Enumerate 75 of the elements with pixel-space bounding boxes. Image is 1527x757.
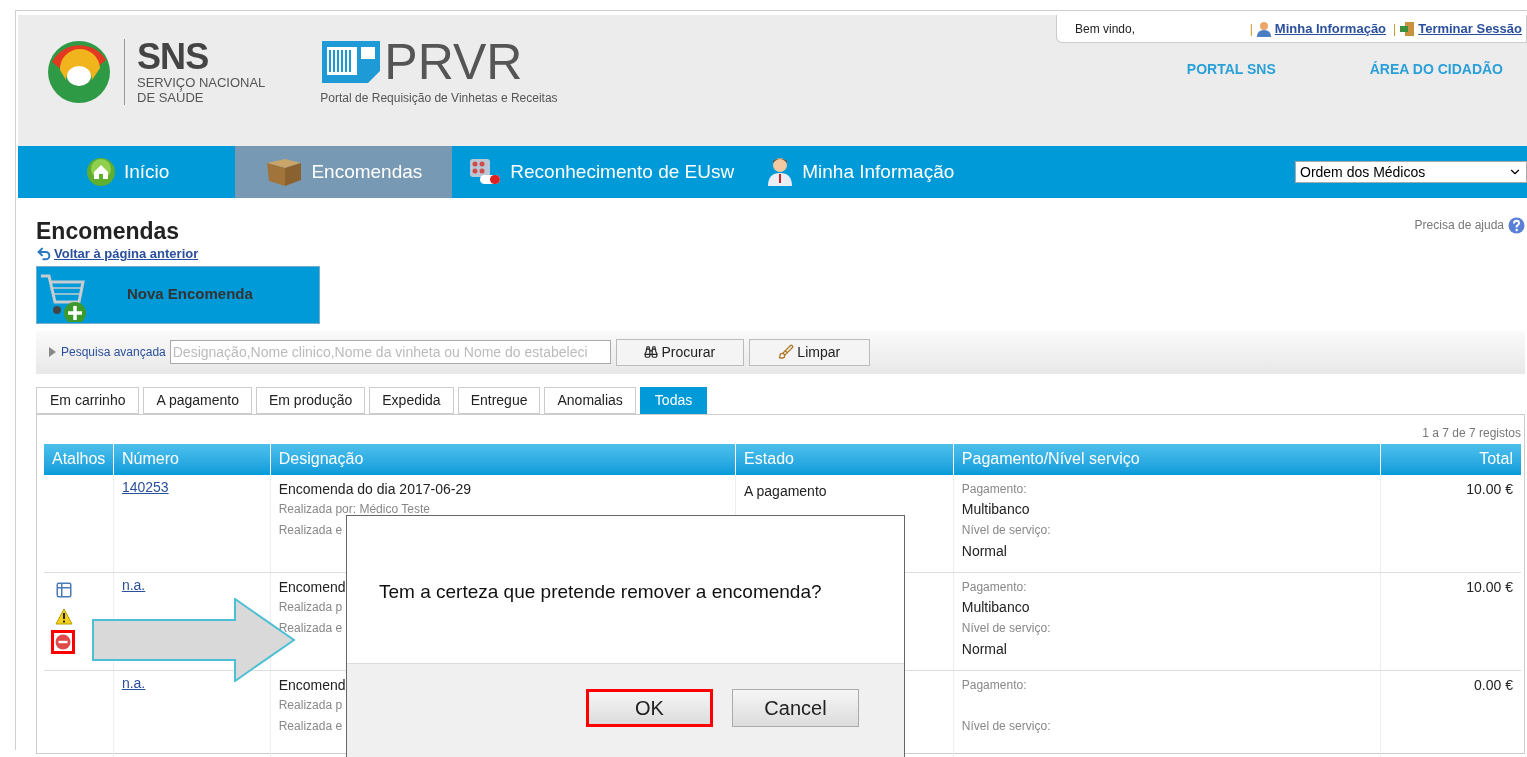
order-number-link[interactable]: n.a. xyxy=(121,576,146,593)
page-title: Encomendas xyxy=(36,218,181,244)
header-link[interactable]: Terminar Sessão xyxy=(1418,18,1522,39)
doctor-icon xyxy=(766,156,795,188)
app-logo: PRVR xyxy=(384,37,523,87)
back-icon xyxy=(36,245,52,262)
search-field[interactable]: Designação,Nome clinico,Nome da vinheta ou Nome do estabeleci xyxy=(169,340,611,364)
service-level: Normal xyxy=(961,541,1007,561)
status-tab[interactable]: Anomalias xyxy=(544,386,636,414)
back-link[interactable]: Voltar à página anterior xyxy=(36,244,199,264)
payment-label: Pagamento: xyxy=(961,480,1027,498)
logo-acronym: SNS xyxy=(137,39,210,75)
box-icon xyxy=(265,157,304,187)
service-level-label: Nível de serviço: xyxy=(961,619,1051,637)
door-icon xyxy=(1399,20,1416,37)
order-number-link[interactable]: 140253 xyxy=(121,478,169,495)
dialog-button[interactable]: OK xyxy=(586,689,713,727)
expand-icon[interactable] xyxy=(48,346,57,358)
search-button[interactable]: Procurar xyxy=(615,338,744,366)
order-total: 10.00 € xyxy=(1466,577,1513,597)
service-level-label: Nível de serviço: xyxy=(961,717,1051,735)
order-designation: Encomend xyxy=(278,675,346,695)
welcome-text: Bem vindo, xyxy=(1075,20,1136,38)
advanced-search-link[interactable]: Pesquisa avançada xyxy=(61,343,166,361)
status-tab[interactable]: A pagamento xyxy=(143,386,252,414)
order-designation: Encomenda do dia 2017-06-29 xyxy=(278,479,471,499)
broom-icon xyxy=(778,344,795,360)
payment-method: Multibanco xyxy=(961,597,1030,617)
order-total: 0.00 € xyxy=(1474,675,1513,695)
order-designation: Encomend xyxy=(278,577,346,597)
column-header: Número xyxy=(114,443,271,475)
app-tagline: Portal de Requisição de Vinhetas e Receitas xyxy=(320,90,558,107)
remove-icon[interactable] xyxy=(51,629,75,654)
order-date: Realizada e xyxy=(278,521,343,539)
status-tab[interactable]: Em carrinho xyxy=(36,386,140,414)
help-text: Precisa de ajuda xyxy=(1414,217,1504,234)
payment-label: Pagamento: xyxy=(961,578,1027,596)
dialog-message: Tem a certeza que pretende remover a encomenda? xyxy=(379,581,822,602)
order-date: Realizada e xyxy=(278,717,343,735)
order-total: 10.00 € xyxy=(1466,479,1513,499)
dialog-button[interactable]: Cancel xyxy=(732,689,859,727)
column-header: Pagamento/Nível serviço xyxy=(953,443,1382,475)
order-author: Realizada por: Médico Teste xyxy=(278,500,430,518)
separator: | xyxy=(1393,20,1397,38)
separator: | xyxy=(1249,20,1253,38)
column-header: Atalhos xyxy=(44,443,114,475)
service-level: Normal xyxy=(961,639,1007,659)
status-tab[interactable]: Entregue xyxy=(457,386,541,414)
status-tab[interactable]: Expedida xyxy=(369,386,454,414)
order-author: Realizada p xyxy=(278,696,343,714)
help-icon[interactable] xyxy=(1508,216,1525,234)
service-level-label: Nível de serviço: xyxy=(961,521,1051,539)
logo-subtitle: SERVIÇO NACIONAL xyxy=(137,75,266,90)
binoculars-icon xyxy=(644,345,659,359)
order-status: A pagamento xyxy=(744,482,827,499)
column-header: Total xyxy=(1478,449,1514,469)
new-order-button[interactable]: Nova Encomenda xyxy=(36,265,320,324)
column-header: Estado xyxy=(736,443,954,475)
organization-select[interactable]: Ordem dos Médicos xyxy=(1295,161,1527,183)
status-tab[interactable]: Em produção xyxy=(256,386,366,414)
logo-icon xyxy=(46,40,112,104)
home-icon xyxy=(86,157,116,187)
payment-label: Pagamento: xyxy=(961,676,1027,694)
order-author: Realizada p xyxy=(278,598,343,616)
pills-icon xyxy=(468,157,503,187)
order-date: Realizada e xyxy=(278,619,343,637)
ticket-icon xyxy=(320,39,383,85)
column-header: Designação xyxy=(270,443,737,475)
search-button[interactable]: Limpar xyxy=(748,338,870,366)
payment-method: Multibanco xyxy=(961,499,1030,519)
user-icon xyxy=(1255,20,1272,37)
header-link[interactable]: Minha Informação xyxy=(1274,18,1387,39)
order-number-link[interactable]: n.a. xyxy=(121,674,146,691)
logo-subtitle: DE SAÚDE xyxy=(137,90,205,105)
record-count: 1 a 7 de 7 registos xyxy=(1422,424,1521,442)
